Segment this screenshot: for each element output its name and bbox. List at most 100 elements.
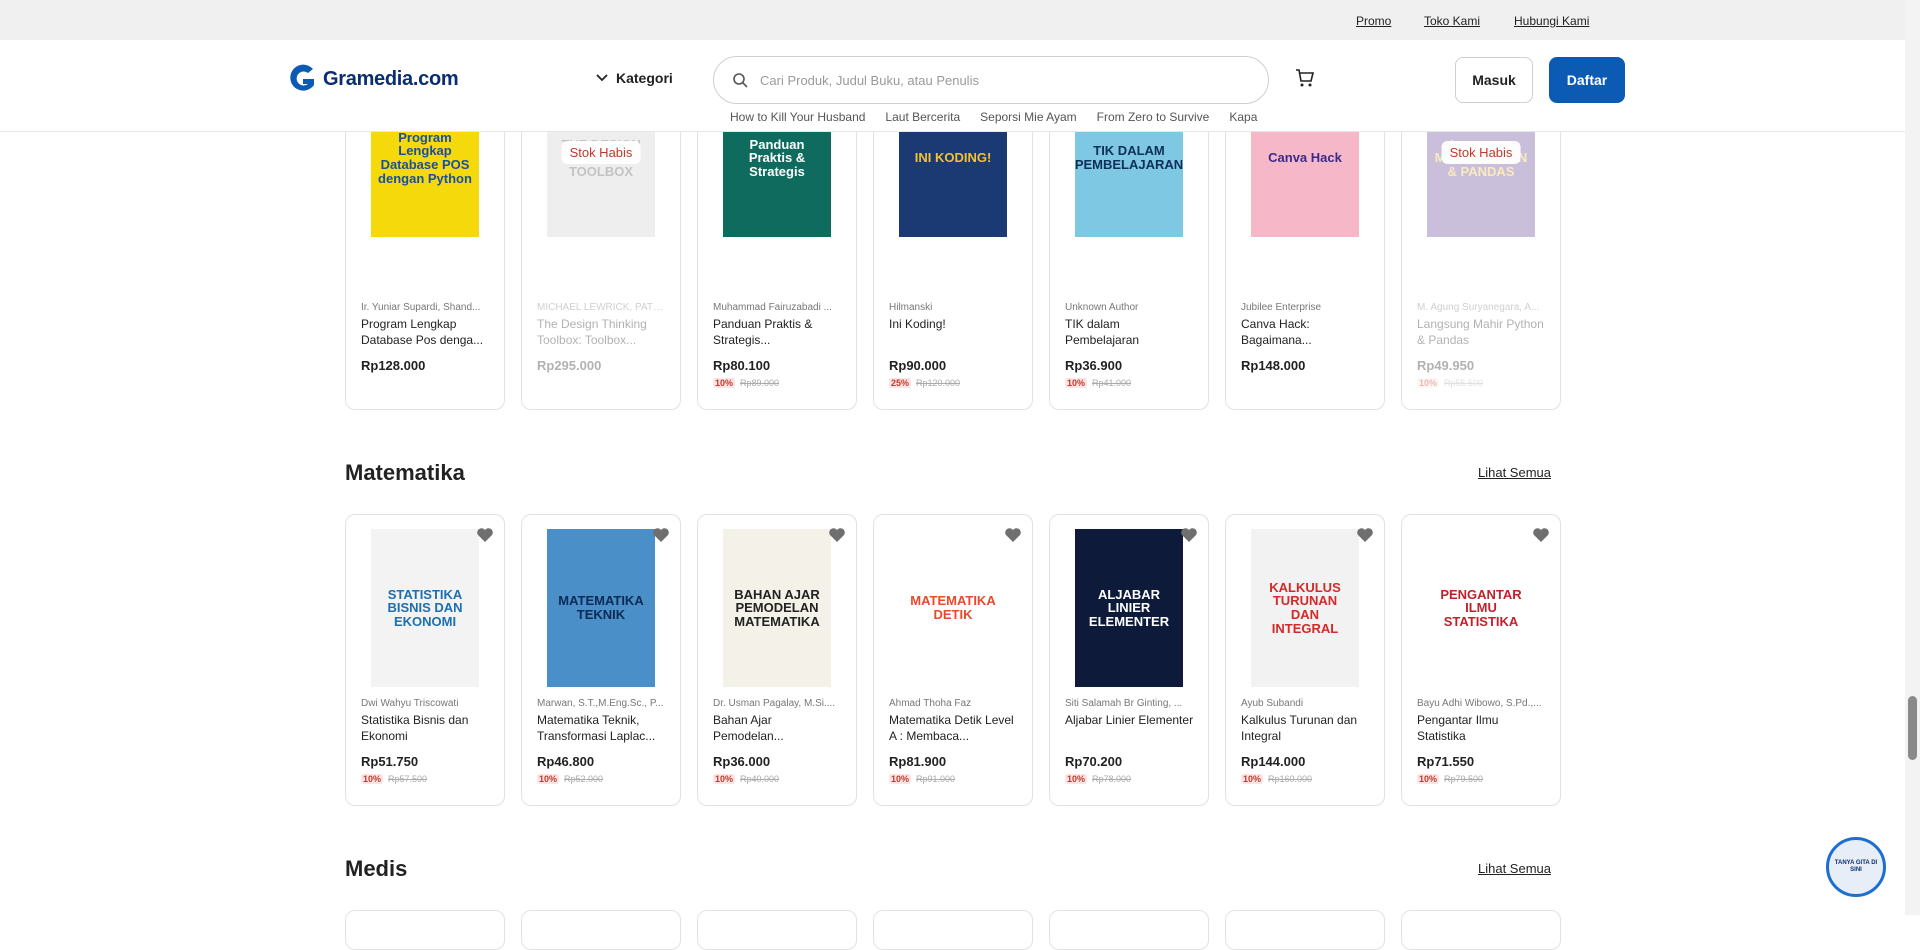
product-author: Marwan, S.T.,M.Eng.Sc., P...: [537, 698, 664, 709]
original-price: Rp41.000: [1092, 378, 1132, 388]
original-price: Rp57.500: [388, 774, 428, 784]
brand-name: Gramedia.com: [323, 67, 459, 90]
discount-row: 10% Rp55.500: [1417, 377, 1547, 389]
product-title: Panduan Praktis & Strategis...: [713, 317, 813, 347]
product-price: Rp71.550: [1417, 754, 1475, 769]
original-price: Rp55.500: [1444, 378, 1484, 388]
suggestion-link[interactable]: Seporsi Mie Ayam: [980, 110, 1077, 124]
wishlist-heart-icon[interactable]: [828, 527, 846, 543]
promo-link[interactable]: Promo: [1356, 14, 1391, 28]
discount-row: 10% Rp57.500: [361, 773, 491, 785]
discount-badge: 10%: [889, 774, 912, 784]
chevron-down-icon: [596, 74, 608, 82]
product-card[interactable]: KALKULUS TURUNAN DAN INTEGRAL Ayub Suband…: [1225, 514, 1385, 806]
product-price: Rp49.950: [1417, 358, 1475, 373]
see-all-matematika-link[interactable]: Lihat Semua: [1478, 465, 1551, 480]
product-title: Canva Hack: Bagaimana...: [1241, 317, 1312, 347]
product-card[interactable]: [1049, 910, 1209, 950]
search-bar: [713, 56, 1269, 104]
scrollbar-thumb[interactable]: [1908, 696, 1917, 760]
discount-row: 10% Rp160.000: [1241, 773, 1371, 785]
product-title: Program Lengkap Database Pos denga...: [361, 317, 484, 347]
wishlist-heart-icon[interactable]: [1356, 527, 1374, 543]
wishlist-heart-icon[interactable]: [476, 527, 494, 543]
discount-row: 10% Rp52.000: [537, 773, 667, 785]
product-author: Bayu Adhi Wibowo, S.Pd.,...: [1417, 698, 1542, 709]
discount-row: [361, 377, 491, 389]
suggestion-link[interactable]: From Zero to Survive: [1097, 110, 1210, 124]
original-price: Rp89.000: [740, 378, 780, 388]
product-card[interactable]: [1401, 910, 1561, 950]
discount-row: 10% Rp91.000: [889, 773, 1019, 785]
cover-title: Canva Hack: [1268, 150, 1342, 166]
product-card[interactable]: [521, 910, 681, 950]
product-card[interactable]: ALJABAR LINIER ELEMENTER Siti Salamah Br …: [1049, 514, 1209, 806]
wishlist-heart-icon[interactable]: [1004, 527, 1022, 543]
discount-badge: 10%: [1417, 774, 1440, 784]
page-content: Program Lengkap Database POS dengan Pyth…: [0, 0, 1905, 950]
category-menu[interactable]: Kategori: [596, 70, 673, 86]
suggestion-link[interactable]: Kapa: [1229, 110, 1257, 124]
cover-title: MATEMATIKA DETIK: [910, 593, 996, 622]
discount-row: 10% Rp40.000: [713, 773, 843, 785]
product-card[interactable]: PENGANTAR ILMU STATISTIKA Bayu Adhi Wibow…: [1401, 514, 1561, 806]
discount-row: 10% Rp79.500: [1417, 773, 1547, 785]
store-link[interactable]: Toko Kami: [1424, 14, 1480, 28]
product-card[interactable]: [697, 910, 857, 950]
contact-link[interactable]: Hubungi Kami: [1514, 14, 1589, 28]
cover-title: MATEMATIKA TEKNIK: [558, 593, 644, 622]
gramedia-logo-icon: [290, 64, 314, 91]
search-icon: [733, 73, 748, 88]
discount-badge: 10%: [1065, 774, 1088, 784]
product-meta: Dwi Wahyu Triscowati Statistika Bisnis da…: [361, 698, 491, 785]
discount-row: [537, 377, 667, 389]
product-card[interactable]: [345, 910, 505, 950]
discount-badge: 10%: [537, 774, 560, 784]
product-card[interactable]: [873, 910, 1033, 950]
product-title: Kalkulus Turunan dan Integral: [1241, 713, 1358, 743]
chat-assistant-button[interactable]: TANYA GITA DI SINI: [1826, 837, 1886, 897]
book-cover: MATEMATIKA DETIK: [899, 529, 1007, 687]
book-cover: MATEMATIKA TEKNIK: [547, 529, 655, 687]
product-author: Siti Salamah Br Ginting, ...: [1065, 698, 1183, 709]
see-all-medis-link[interactable]: Lihat Semua: [1478, 861, 1551, 876]
discount-row: 10% Rp41.000: [1065, 377, 1195, 389]
top-bar: Promo Toko Kami Hubungi Kami: [0, 0, 1905, 40]
scrollbar[interactable]: [1905, 0, 1920, 915]
product-card[interactable]: STATISTIKA BISNIS DAN EKONOMI Dwi Wahyu T…: [345, 514, 505, 806]
product-title: The Design Thinking Toolbox: Toolbox...: [537, 317, 647, 347]
product-author: M. Agung Suryanegara, A...: [1417, 302, 1540, 313]
product-card[interactable]: MATEMATIKA DETIK Ahmad Thoha Faz Matematik…: [873, 514, 1033, 806]
header: Gramedia.com Kategori Masuk Daftar How t…: [0, 40, 1905, 132]
register-button[interactable]: Daftar: [1549, 57, 1625, 103]
product-meta: Ayub Subandi Kalkulus Turunan dan Integra…: [1241, 698, 1371, 785]
login-button[interactable]: Masuk: [1455, 57, 1533, 103]
cart-icon[interactable]: [1295, 68, 1315, 88]
cover-title: Program Lengkap Database POS dengan Pyth…: [378, 129, 472, 186]
product-card[interactable]: [1225, 910, 1385, 950]
product-card[interactable]: MATEMATIKA TEKNIK Marwan, S.T.,M.Eng.Sc.,…: [521, 514, 681, 806]
suggestion-link[interactable]: Laut Bercerita: [885, 110, 960, 124]
logo[interactable]: Gramedia.com: [287, 63, 459, 95]
product-price: Rp295.000: [537, 358, 602, 373]
wishlist-heart-icon[interactable]: [1180, 527, 1198, 543]
product-price: Rp80.100: [713, 358, 771, 373]
product-title: Pengantar Ilmu Statistika: [1417, 713, 1499, 743]
wishlist-heart-icon[interactable]: [652, 527, 670, 543]
product-title: Matematika Teknik, Transformasi Laplac..…: [537, 713, 656, 743]
product-meta: Bayu Adhi Wibowo, S.Pd.,... Pengantar Ilm…: [1417, 698, 1547, 785]
cover-title: INI KODING!: [914, 150, 992, 166]
product-meta: Hilmanski Ini Koding! Rp90.000 25% Rp120.000: [889, 302, 1019, 389]
category-label: Kategori: [616, 70, 673, 86]
product-meta: Siti Salamah Br Ginting, ... Aljabar Lini…: [1065, 698, 1195, 785]
product-author: Dr. Usman Pagalay, M.Si....: [713, 698, 836, 709]
suggestion-link[interactable]: How to Kill Your Husband: [730, 110, 865, 124]
product-price: Rp90.000: [889, 358, 947, 373]
cover-title: BAHAN AJAR PEMODELAN MATEMATIKA: [734, 586, 820, 629]
search-input[interactable]: [760, 72, 1240, 88]
wishlist-heart-icon[interactable]: [1532, 527, 1550, 543]
discount-row: 10% Rp89.000: [713, 377, 843, 389]
product-card[interactable]: BAHAN AJAR PEMODELAN MATEMATIKA Dr. Usman…: [697, 514, 857, 806]
discount-row: 10% Rp78.000: [1065, 773, 1195, 785]
original-price: Rp91.000: [916, 774, 956, 784]
